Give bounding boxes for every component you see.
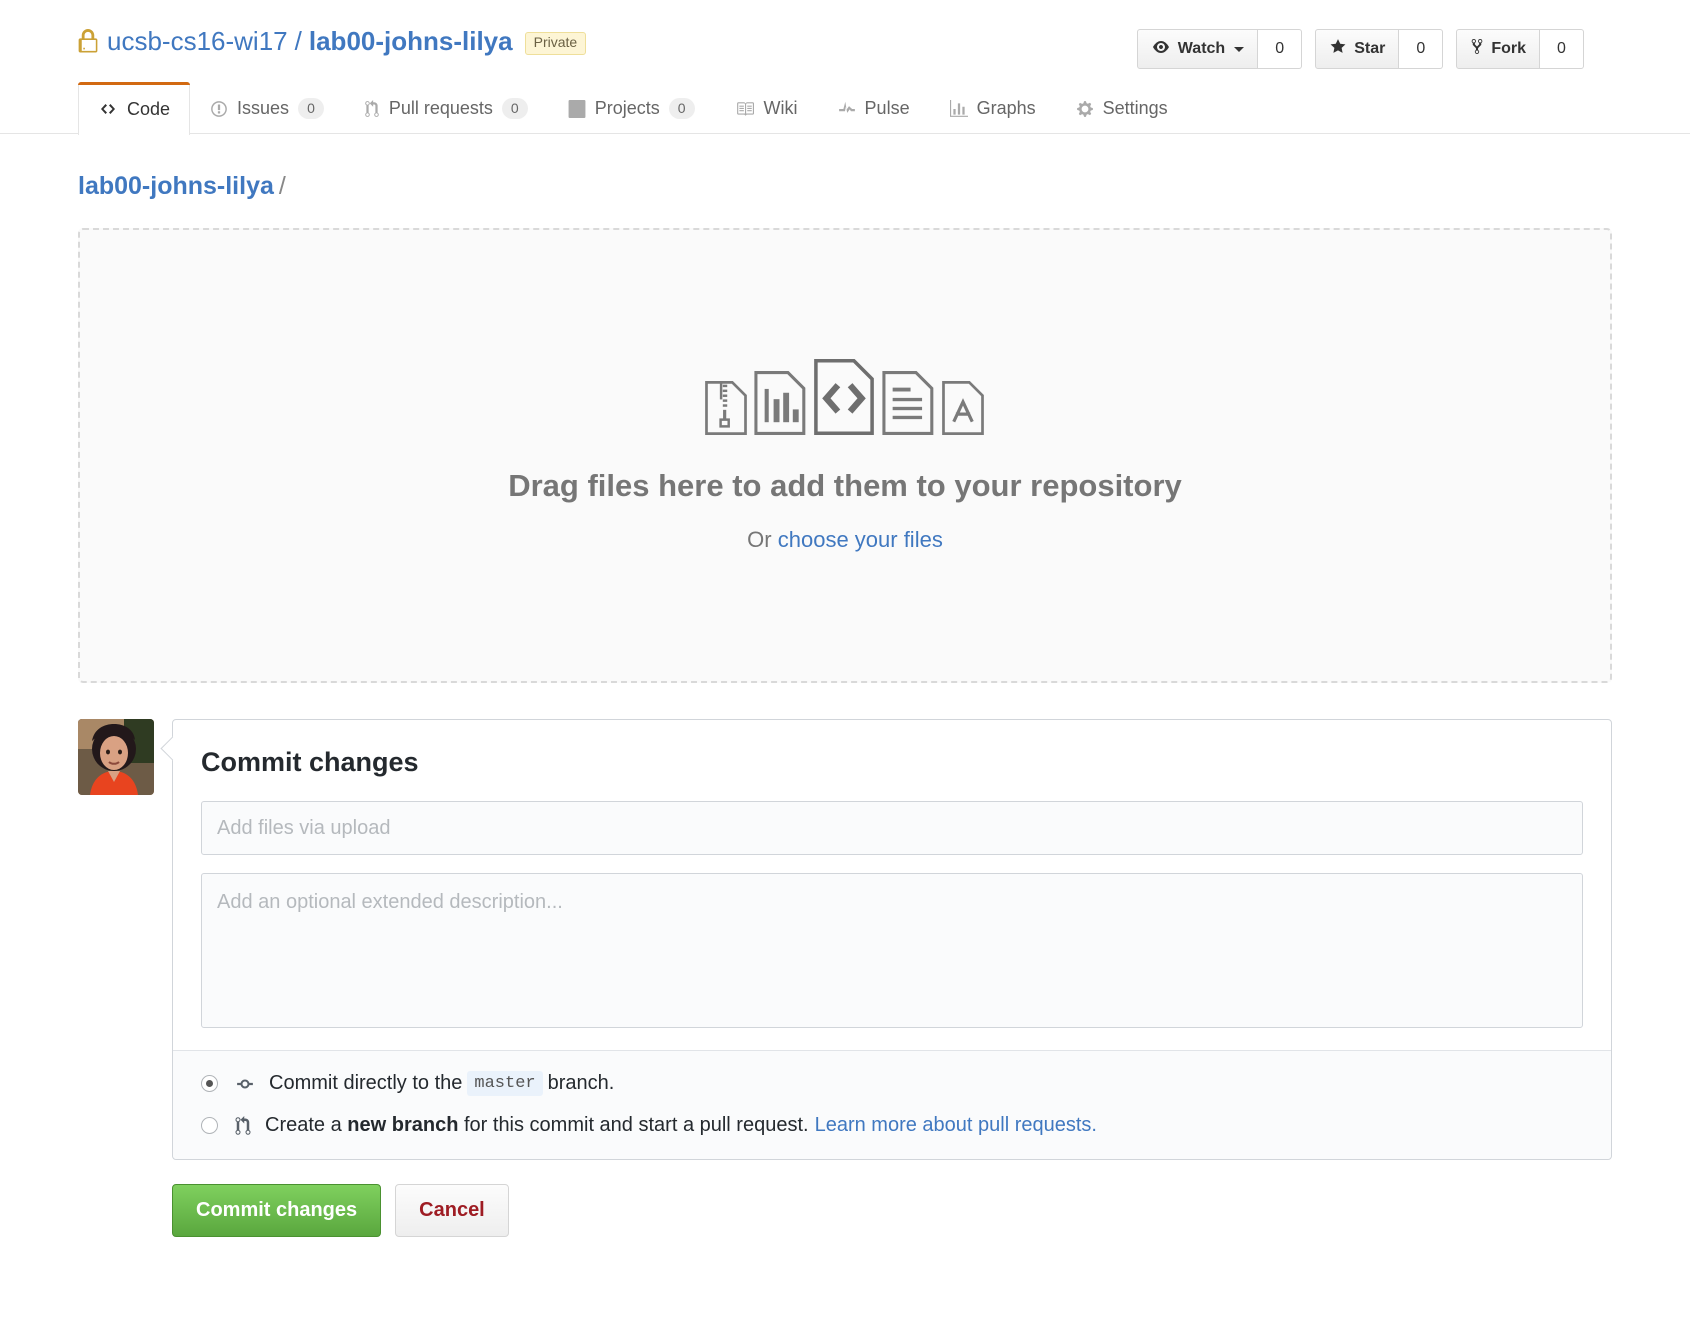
tab-projects[interactable]: Projects 0 [548, 82, 715, 134]
choose-files-link[interactable]: choose your files [778, 527, 943, 552]
create-new-branch-option[interactable]: Create a new branch for this commit and … [201, 1114, 1583, 1137]
new-branch-text-before: Create a [265, 1114, 342, 1137]
commit-changes-button[interactable]: Commit changes [172, 1184, 382, 1238]
repo-forked-icon [1470, 38, 1484, 60]
lock-icon [78, 29, 98, 54]
watch-count[interactable]: 0 [1258, 29, 1303, 69]
repo-actions: Watch 0 Star 0 Fork 0 [1136, 29, 1584, 69]
repo-name-link[interactable]: lab00-johns-lilya [309, 26, 513, 57]
project-icon [568, 99, 586, 118]
tab-pull-requests-label: Pull requests [388, 98, 493, 119]
graph-icon [949, 99, 968, 118]
github-upload-page: ucsb-cs16-wi17 / lab00-johns-lilya Priva… [0, 0, 1690, 1336]
commit-description-textarea[interactable] [201, 873, 1583, 1029]
commit-section: Commit changes Commit directly to the ma… [78, 719, 1612, 1161]
book-icon [735, 100, 755, 118]
file-pdf-icon [942, 380, 984, 435]
dropzone-title: Drag files here to add them to your repo… [508, 467, 1182, 503]
tab-pulse[interactable]: Pulse [818, 82, 930, 134]
private-badge: Private [524, 32, 587, 55]
avatar [78, 719, 154, 796]
fork-label: Fork [1491, 40, 1526, 57]
new-branch-text-after: for this commit and start a pull request… [463, 1114, 809, 1137]
file-code-icon [814, 358, 874, 435]
commit-heading: Commit changes [201, 747, 419, 778]
tab-code-label: Code [127, 98, 171, 119]
repo-title-separator: / [294, 26, 302, 56]
breadcrumb: lab00-johns-lilya / [0, 134, 1690, 201]
breadcrumb-separator: / [278, 172, 286, 201]
fork-button-group: Fork 0 [1456, 29, 1584, 69]
watch-label: Watch [1177, 40, 1226, 57]
pull-requests-help-link[interactable]: Learn more about pull requests. [815, 1114, 1097, 1137]
repo-owner-link[interactable]: ucsb-cs16-wi17 [107, 26, 288, 57]
fork-button[interactable]: Fork [1456, 29, 1540, 69]
watch-button-group: Watch 0 [1136, 29, 1303, 69]
tab-code[interactable]: Code [78, 82, 191, 136]
file-dropzone[interactable]: Drag files here to add them to your repo… [78, 228, 1612, 684]
file-type-icons [705, 358, 985, 435]
star-label: Star [1354, 40, 1386, 57]
tab-graphs-label: Graphs [976, 98, 1036, 119]
tab-projects-label: Projects [594, 98, 660, 119]
tab-pull-requests[interactable]: Pull requests 0 [344, 82, 548, 134]
eye-icon [1151, 39, 1171, 60]
issue-opened-icon [210, 100, 228, 118]
commit-form: Commit changes Commit directly to the ma… [172, 719, 1612, 1161]
new-branch-emphasis: new branch [347, 1114, 459, 1137]
tab-settings[interactable]: Settings [1056, 82, 1188, 134]
fork-count[interactable]: 0 [1540, 29, 1584, 69]
tab-graphs[interactable]: Graphs [930, 82, 1056, 134]
git-commit-icon [234, 1075, 256, 1093]
star-button[interactable]: Star [1315, 29, 1400, 69]
gear-icon [1076, 100, 1094, 118]
commit-directly-option[interactable]: Commit directly to the master branch. [201, 1071, 1583, 1097]
tab-issues[interactable]: Issues 0 [190, 82, 344, 134]
commit-directly-radio[interactable] [201, 1075, 218, 1093]
repo-nav: Code Issues 0 Pull requests 0 Projects 0… [0, 82, 1690, 136]
commit-directly-text-before: Commit directly to the [269, 1072, 463, 1095]
tab-pulse-label: Pulse [864, 98, 910, 119]
tab-pull-requests-count: 0 [501, 98, 528, 120]
star-button-group: Star 0 [1315, 29, 1444, 69]
git-pull-request-icon [364, 99, 380, 118]
commit-directly-text-after: branch. [547, 1072, 615, 1095]
tab-wiki-label: Wiki [763, 98, 798, 119]
git-pull-request-icon [234, 1115, 252, 1136]
file-zip-icon [705, 380, 747, 435]
dropzone-or-text: Or [747, 526, 772, 552]
chevron-down-icon [1234, 46, 1245, 52]
watch-button[interactable]: Watch [1136, 29, 1259, 69]
code-icon [98, 101, 118, 117]
commit-actions: Commit changes Cancel [172, 1184, 1690, 1238]
tab-issues-label: Issues [237, 98, 290, 119]
tab-issues-count: 0 [298, 98, 324, 120]
star-count[interactable]: 0 [1399, 29, 1444, 69]
cancel-button[interactable]: Cancel [395, 1184, 509, 1238]
repo-header: ucsb-cs16-wi17 / lab00-johns-lilya Priva… [0, 0, 1690, 69]
tab-settings-label: Settings [1102, 98, 1168, 119]
file-text-icon [882, 370, 934, 435]
dropzone-subtitle: Or choose your files [747, 527, 943, 553]
target-branch-name: master [467, 1071, 543, 1097]
tab-projects-count: 0 [668, 98, 695, 120]
star-icon [1329, 38, 1347, 60]
branch-options: Commit directly to the master branch. Cr… [173, 1050, 1611, 1160]
commit-message-input[interactable] [201, 801, 1583, 856]
breadcrumb-repo-link[interactable]: lab00-johns-lilya [78, 172, 274, 200]
tab-wiki[interactable]: Wiki [715, 82, 818, 134]
create-new-branch-radio[interactable] [201, 1117, 218, 1135]
file-chart-icon [754, 370, 806, 435]
pulse-icon [838, 100, 856, 118]
